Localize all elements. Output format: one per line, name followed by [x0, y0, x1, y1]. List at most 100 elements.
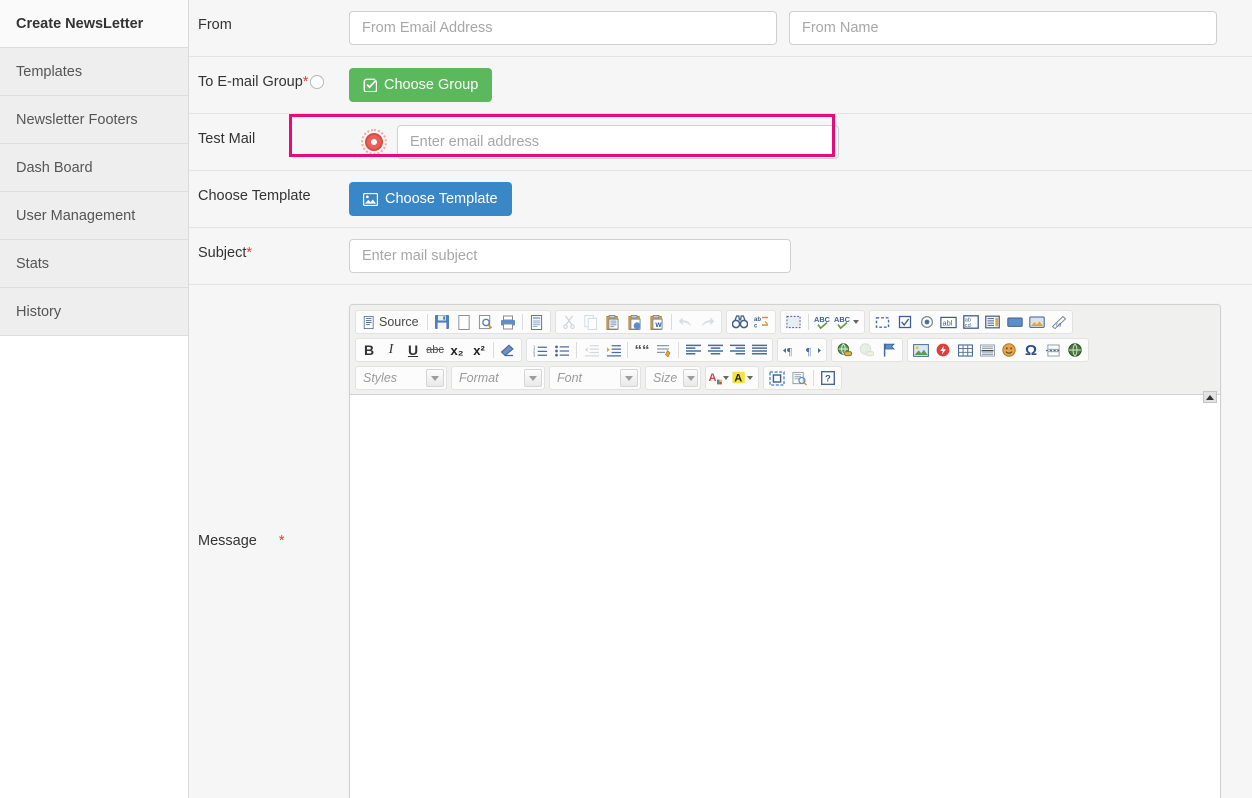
toolbar-group-insert: Ω [907, 338, 1089, 362]
source-label: Source [379, 315, 419, 329]
paste-button[interactable] [602, 312, 624, 332]
textarea-button[interactable]: ab cd [960, 312, 982, 332]
bold-button[interactable]: B [358, 340, 380, 360]
page-break-button[interactable] [1042, 340, 1064, 360]
styles-combo[interactable]: Styles [355, 366, 447, 390]
svg-text:W: W [655, 322, 662, 329]
bg-color-button[interactable]: A [732, 368, 756, 388]
undo-button[interactable] [675, 312, 697, 332]
radio-button[interactable] [916, 312, 938, 332]
insert-table-button[interactable] [954, 340, 976, 360]
text-color-button[interactable]: A [708, 368, 732, 388]
print-button[interactable] [497, 312, 519, 332]
svg-text:¶: ¶ [787, 346, 792, 357]
copy-button[interactable] [580, 312, 602, 332]
form-button[interactable] [872, 312, 894, 332]
anchor-button[interactable] [878, 340, 900, 360]
sidebar-item-templates[interactable]: Templates [0, 48, 188, 96]
insert-image-button[interactable] [910, 340, 932, 360]
from-name-input[interactable] [789, 11, 1217, 45]
choose-template-button[interactable]: Choose Template [349, 182, 512, 216]
from-email-input[interactable] [349, 11, 777, 45]
sidebar-item-label: Newsletter Footers [16, 112, 138, 128]
preview-button[interactable] [475, 312, 497, 332]
svg-text:3: 3 [533, 352, 536, 356]
numbered-list-button[interactable]: 123 [529, 340, 551, 360]
redo-button[interactable] [697, 312, 719, 332]
horizontal-rule-button[interactable] [976, 340, 998, 360]
floppy-disk-icon [434, 315, 449, 329]
toolbar-group-find: ab c [725, 310, 776, 334]
text-field-button[interactable]: abl [938, 312, 960, 332]
choose-group-button[interactable]: Choose Group [349, 68, 493, 102]
justify-button[interactable] [748, 340, 770, 360]
format-combo[interactable]: Format [451, 366, 545, 390]
new-page-button[interactable] [453, 312, 475, 332]
sidebar-item-dash-board[interactable]: Dash Board [0, 144, 188, 192]
sidebar-item-user-management[interactable]: User Management [0, 192, 188, 240]
sidebar-item-history[interactable]: History [0, 288, 188, 336]
blockquote-button[interactable]: ““ [631, 340, 653, 360]
sidebar-item-create-newsletter[interactable]: Create NewsLetter [0, 0, 188, 48]
smiley-button[interactable] [998, 340, 1020, 360]
image-button-button[interactable] [1026, 312, 1048, 332]
button-button[interactable] [1004, 312, 1026, 332]
scayt-button[interactable]: ABC [834, 312, 862, 332]
iframe-button[interactable] [1064, 340, 1086, 360]
preview-magnifier-icon [479, 314, 493, 329]
indent-button[interactable] [602, 340, 624, 360]
cut-button[interactable] [558, 312, 580, 332]
from-label: From [198, 17, 232, 33]
paste-word-button[interactable]: W [646, 312, 668, 332]
italic-button[interactable]: I [380, 340, 402, 360]
separator [576, 342, 577, 358]
svg-text:c: c [754, 324, 758, 329]
clipboard-icon [606, 314, 619, 330]
unlink-button[interactable] [856, 340, 878, 360]
sidebar-item-newsletter-footers[interactable]: Newsletter Footers [0, 96, 188, 144]
toolbar-group-colors: A A [705, 366, 759, 390]
rtl-button[interactable]: ¶ [802, 340, 824, 360]
bulleted-list-button[interactable] [551, 340, 573, 360]
size-combo[interactable]: Size [645, 366, 701, 390]
paste-text-button[interactable] [624, 312, 646, 332]
source-button[interactable]: Source [358, 312, 424, 332]
select-all-button[interactable] [783, 312, 805, 332]
show-blocks-button[interactable] [788, 368, 810, 388]
save-button[interactable] [431, 312, 453, 332]
remove-format-button[interactable] [497, 340, 519, 360]
hidden-field-button[interactable]: cd [1048, 312, 1070, 332]
select-field-button[interactable] [982, 312, 1004, 332]
align-right-button[interactable] [726, 340, 748, 360]
message-editor-body[interactable] [350, 395, 1220, 798]
ckeditor-toolbar-row-3: Styles Format Font Size A A ? [352, 364, 1218, 392]
special-character-button[interactable]: Ω [1020, 340, 1042, 360]
test-mail-radio[interactable] [361, 129, 387, 155]
underline-button[interactable]: U [402, 340, 424, 360]
subject-input[interactable] [349, 239, 791, 273]
required-asterisk: * [278, 533, 285, 549]
templates-button[interactable] [526, 312, 548, 332]
subscript-button[interactable]: x₂ [446, 340, 468, 360]
collapse-toolbar-button[interactable] [1203, 391, 1217, 403]
required-asterisk: * [302, 74, 309, 90]
to-email-group-radio[interactable] [310, 75, 325, 90]
ltr-button[interactable]: ¶ [780, 340, 802, 360]
align-center-button[interactable] [704, 340, 726, 360]
superscript-button[interactable]: x² [468, 340, 490, 360]
outdent-button[interactable] [580, 340, 602, 360]
checkbox-button[interactable] [894, 312, 916, 332]
spell-check-button[interactable]: ABC [812, 312, 834, 332]
align-left-button[interactable] [682, 340, 704, 360]
create-div-button[interactable] [653, 340, 675, 360]
sidebar-item-stats[interactable]: Stats [0, 240, 188, 288]
insert-flash-button[interactable] [932, 340, 954, 360]
strikethrough-button[interactable]: abc [424, 340, 446, 360]
find-button[interactable] [729, 312, 751, 332]
font-combo[interactable]: Font [549, 366, 641, 390]
link-button[interactable] [834, 340, 856, 360]
maximize-button[interactable] [766, 368, 788, 388]
test-mail-email-input[interactable] [397, 125, 839, 159]
about-button[interactable]: ? [817, 368, 839, 388]
replace-button[interactable]: ab c [751, 312, 773, 332]
